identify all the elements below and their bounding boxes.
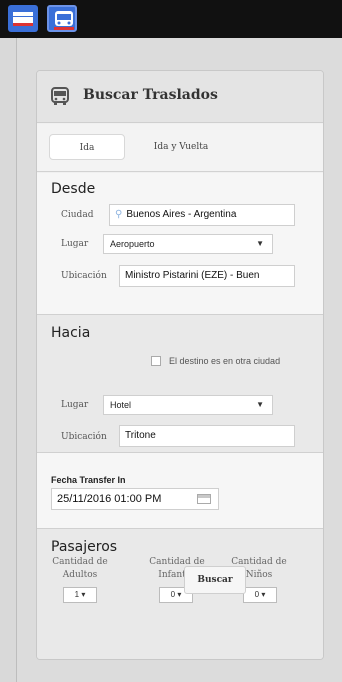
panel-title: Buscar Traslados xyxy=(83,87,218,103)
calendar-icon[interactable] xyxy=(197,494,211,504)
ciudad-label: Ciudad xyxy=(61,210,94,220)
pasajeros-section: Pasajeros Cantidad de Adultos 1 ▾ Cantid… xyxy=(37,529,323,659)
otra-ciudad-label: El destino es en otra ciudad xyxy=(169,356,281,366)
ubicacion-label: Ubicación xyxy=(61,432,107,442)
chevron-down-icon: ▼ xyxy=(256,239,264,248)
adultos-label: Cantidad de Adultos xyxy=(49,556,111,582)
hacia-lugar-value: Hotel xyxy=(110,400,132,410)
ninos-select[interactable]: 0 ▾ xyxy=(243,587,277,603)
hacia-lugar-select[interactable]: Hotel ▼ xyxy=(103,395,273,415)
desde-heading: Desde xyxy=(51,181,96,197)
transfer-search-panel: Buscar Traslados Ida Ida y Vuelta Desde … xyxy=(36,70,324,660)
chevron-down-icon: ▼ xyxy=(256,400,264,409)
buscar-button[interactable]: Buscar xyxy=(184,566,246,594)
search-icon: ⚲ xyxy=(115,209,123,220)
tab-ida-y-vuelta[interactable]: Ida y Vuelta xyxy=(133,134,229,160)
adultos-label-line2: Adultos xyxy=(62,570,98,580)
lugar-label: Lugar xyxy=(61,239,89,249)
hacia-section: Hacia El destino es en otra ciudad Lugar… xyxy=(37,315,323,453)
adultos-label-line1: Cantidad de xyxy=(52,557,108,567)
fecha-input[interactable]: 25/11/2016 01:00 PM xyxy=(51,488,219,510)
desde-section: Desde Ciudad ⚲ Buenos Aires - Argentina L… xyxy=(37,173,323,315)
lugar-label: Lugar xyxy=(61,400,89,410)
desde-lugar-select[interactable]: Aeropuerto ▼ xyxy=(103,234,273,254)
ubicacion-label: Ubicación xyxy=(61,271,107,281)
desde-ubicacion-input[interactable]: Ministro Pistarini (EZE) - Buen xyxy=(119,265,295,287)
transfer-tab[interactable] xyxy=(47,5,77,32)
otra-ciudad-checkbox[interactable] xyxy=(151,356,161,366)
ciudad-value: Buenos Aires - Argentina xyxy=(126,209,237,220)
trip-type-tabs: Ida Ida y Vuelta xyxy=(37,124,323,172)
hacia-ubicacion-input[interactable]: Tritone xyxy=(119,425,295,447)
bus-icon xyxy=(50,87,70,112)
ciudad-input[interactable]: ⚲ Buenos Aires - Argentina xyxy=(109,204,295,226)
hacia-heading: Hacia xyxy=(51,325,91,341)
desde-lugar-value: Aeropuerto xyxy=(110,239,155,249)
fecha-value: 25/11/2016 01:00 PM xyxy=(57,493,162,505)
hotel-tab[interactable] xyxy=(8,5,38,32)
top-nav-bar xyxy=(0,0,342,38)
panel-header: Buscar Traslados xyxy=(37,71,323,123)
tab-ida[interactable]: Ida xyxy=(49,134,125,160)
pasajeros-heading: Pasajeros xyxy=(51,539,118,555)
fecha-label: Fecha Transfer In xyxy=(51,475,126,485)
fecha-section: Fecha Transfer In 25/11/2016 01:00 PM xyxy=(37,453,323,529)
adultos-select[interactable]: 1 ▾ xyxy=(63,587,97,603)
